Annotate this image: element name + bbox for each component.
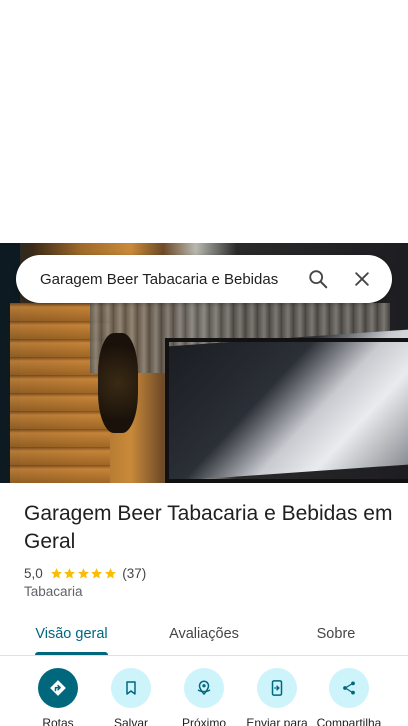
share-button[interactable]: Compartilha xyxy=(309,668,389,726)
tab-label: Sobre xyxy=(316,626,356,642)
rating-value: 5,0 xyxy=(24,565,43,581)
action-label: Compartilha xyxy=(316,716,382,726)
active-tab-indicator xyxy=(35,652,108,655)
tab-bar: Visão geral Avaliações Sobre xyxy=(0,612,408,656)
star-icon xyxy=(50,567,62,578)
action-label: Enviar para xyxy=(246,716,308,726)
place-title: Garagem Beer Tabacaria e Bebidas em Gera… xyxy=(24,502,393,553)
action-label: Rotas xyxy=(42,716,74,726)
share-icon xyxy=(343,681,355,695)
directions-icon xyxy=(50,680,66,696)
map-area-blank xyxy=(0,0,408,243)
star-icon xyxy=(91,567,103,578)
send-to-phone-button-circle xyxy=(257,668,297,708)
search-icon xyxy=(309,270,328,289)
send-to-phone-icon xyxy=(271,680,283,696)
search-input[interactable]: Garagem Beer Tabacaria e Bebidas xyxy=(40,271,298,288)
share-button-circle xyxy=(329,668,369,708)
nearby-button-circle xyxy=(184,668,224,708)
close-icon xyxy=(355,272,369,286)
nearby-button[interactable]: Próximo xyxy=(164,668,244,726)
review-count: (37) xyxy=(122,565,147,581)
tab-about[interactable]: Sobre xyxy=(296,612,376,656)
send-to-phone-button[interactable]: Enviar para xyxy=(237,668,317,726)
search-bar[interactable]: Garagem Beer Tabacaria e Bebidas xyxy=(16,255,392,303)
star-icon xyxy=(77,567,89,578)
clear-search-button[interactable] xyxy=(342,259,382,299)
star-icon xyxy=(64,567,76,578)
action-label: Próximo xyxy=(181,716,226,726)
nearby-icon xyxy=(197,680,211,696)
place-category[interactable]: Tabacaria xyxy=(24,584,83,599)
tab-label: Avaliações xyxy=(169,626,239,642)
tab-label: Visão geral xyxy=(35,626,108,642)
tab-overview[interactable]: Visão geral xyxy=(20,612,123,656)
search-button[interactable] xyxy=(298,259,338,299)
photo-plant xyxy=(98,333,138,433)
rating-stars xyxy=(50,567,118,580)
rating-row[interactable]: 5,0 (37) xyxy=(24,564,146,582)
save-button-circle xyxy=(111,668,151,708)
bookmark-icon xyxy=(126,681,136,695)
star-icon xyxy=(104,567,116,578)
save-button[interactable]: Salvar xyxy=(91,668,171,726)
photo-frame xyxy=(165,338,408,483)
tab-reviews[interactable]: Avaliações xyxy=(150,612,258,656)
action-bar: Rotas Salvar Próximo Enviar para Compart… xyxy=(0,668,408,726)
action-label: Salvar xyxy=(113,716,148,726)
directions-button[interactable]: Rotas xyxy=(18,668,98,726)
directions-button-circle xyxy=(38,668,78,708)
